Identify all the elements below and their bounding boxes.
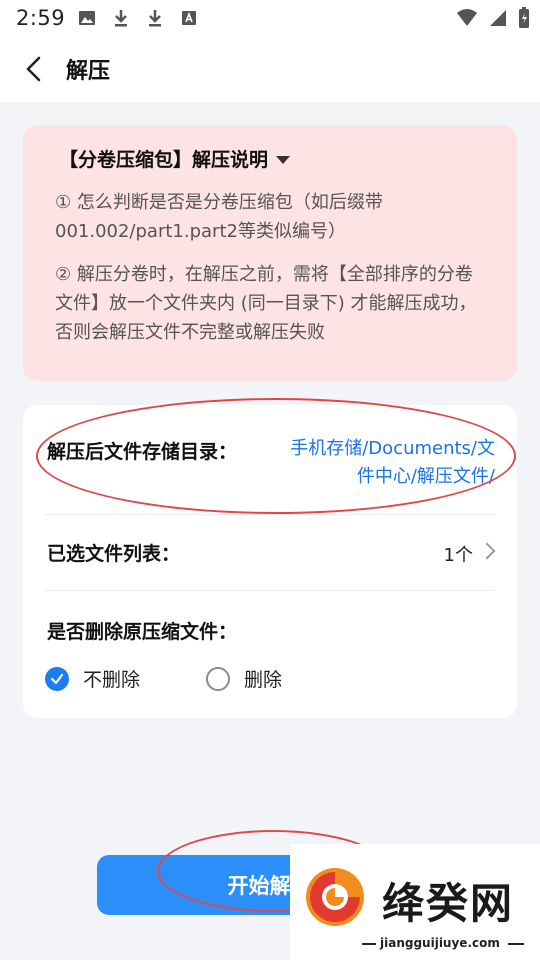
- storage-directory-path[interactable]: 手机存储/Documents/文件中心/解压文件/: [273, 435, 495, 491]
- selected-files-label: 已选文件列表：: [47, 543, 181, 565]
- storage-directory-row[interactable]: 解压后文件存储目录： 手机存储/Documents/文件中心/解压文件/: [45, 405, 495, 515]
- image-notification-icon: [77, 8, 97, 28]
- option-delete-label: 删除: [244, 669, 283, 691]
- signal-icon: [488, 8, 508, 32]
- font-app-icon: [179, 8, 199, 28]
- status-right-group: [456, 7, 530, 33]
- watermark-name: 绛癸网: [382, 879, 515, 928]
- notice-title: 【分卷压缩包】解压说明: [59, 149, 269, 171]
- storage-directory-label: 解压后文件存储目录：: [47, 441, 238, 463]
- notice-item-2: ② 解压分卷时，在解压之前，需将【全部排序的分卷文件】放一个文件夹内 (同一目录…: [55, 264, 477, 343]
- status-bar: 2:59: [0, 0, 540, 36]
- wifi-icon: [456, 8, 478, 32]
- battery-icon: [518, 7, 530, 33]
- download-icon: [111, 8, 131, 28]
- selected-files-row[interactable]: 已选文件列表： 1个: [45, 515, 496, 591]
- radio-unchecked-icon: [206, 666, 231, 691]
- watermark-line-right: [508, 943, 524, 945]
- delete-original-label: 是否删除原压缩文件：: [47, 621, 238, 643]
- option-keep[interactable]: 不删除: [45, 665, 140, 692]
- watermark-logo-icon: [306, 868, 364, 926]
- extract-settings-card: 解压后文件存储目录： 手机存储/Documents/文件中心/解压文件/ 已选文…: [23, 405, 517, 718]
- delete-option-group: 不删除 删除: [45, 665, 282, 692]
- page-title: 解压: [66, 59, 111, 84]
- chevron-right-icon: [478, 542, 496, 560]
- caret-down-icon: [276, 155, 291, 164]
- back-button[interactable]: [6, 36, 62, 102]
- radio-checked-icon: [45, 666, 69, 691]
- download-icon-2: [145, 8, 165, 28]
- watermark-overlay: 绛癸网 jiangguijiuye.com: [290, 844, 540, 960]
- watermark-line-left: [362, 943, 376, 945]
- split-archive-notice-card: 【分卷压缩包】解压说明 ① 怎么判断是否是分卷压缩包（如后缀带001.002/p…: [23, 125, 517, 381]
- back-arrow-icon: [26, 56, 41, 82]
- selected-files-count: 1个: [443, 545, 473, 566]
- header-bar: 解压: [0, 36, 540, 102]
- notice-title-toggle[interactable]: 【分卷压缩包】解压说明: [59, 145, 487, 172]
- option-delete[interactable]: 删除: [206, 665, 282, 692]
- option-keep-label: 不删除: [83, 669, 141, 691]
- watermark-url: jiangguijiuye.com: [380, 936, 500, 950]
- notice-item-1: ① 怎么判断是否是分卷压缩包（如后缀带001.002/part1.part2等类…: [55, 192, 383, 242]
- status-time: 2:59: [16, 6, 66, 30]
